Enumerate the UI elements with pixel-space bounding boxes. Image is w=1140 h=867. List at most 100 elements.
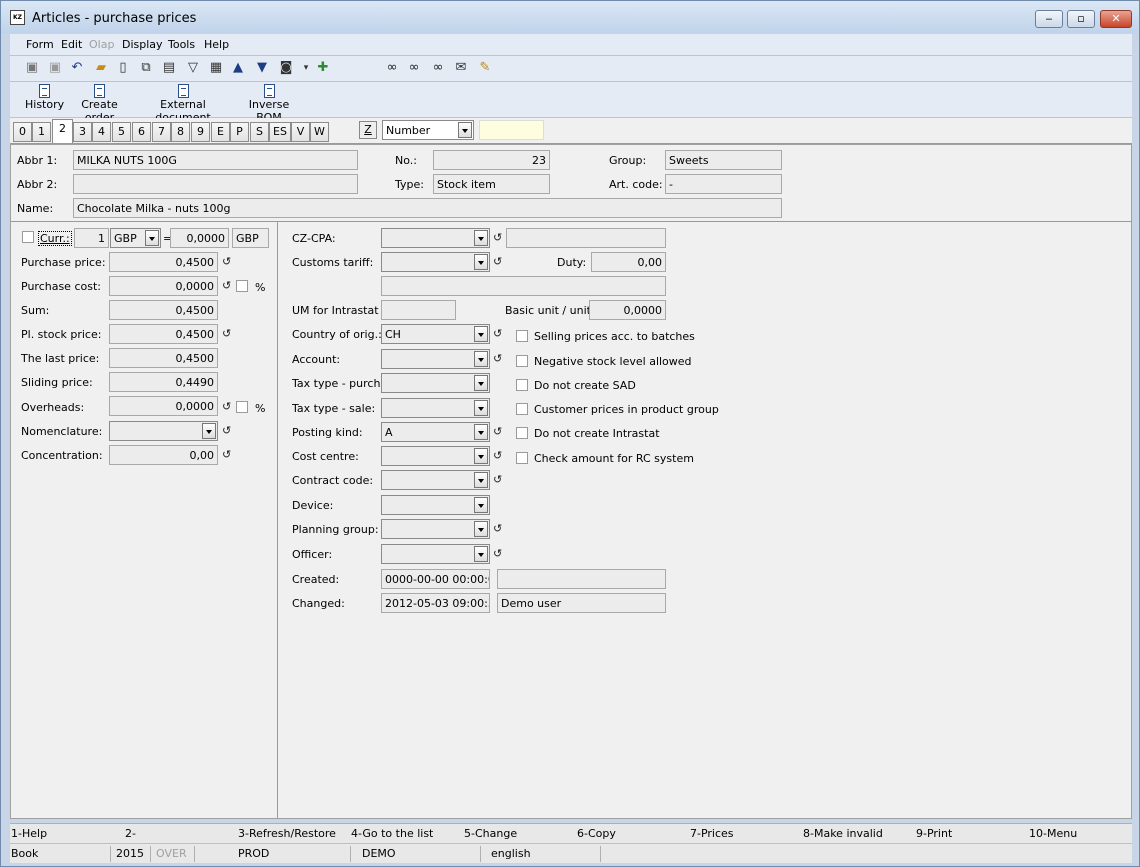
purchase-price-field[interactable]: 0,4500 — [109, 252, 218, 272]
history-icon[interactable]: ↺ — [493, 522, 502, 535]
abbr2-field[interactable] — [73, 174, 358, 194]
tab-7[interactable]: 7 — [152, 122, 171, 142]
find-all-icon[interactable]: ∞ — [429, 60, 447, 76]
device-select[interactable] — [381, 495, 490, 515]
sum-field[interactable]: 0,4500 — [109, 300, 218, 320]
copy-icon[interactable]: ⧉ — [137, 60, 155, 76]
z-button[interactable]: Z — [359, 121, 377, 139]
history-icon[interactable]: ↺ — [493, 425, 502, 438]
curr-qty-field[interactable]: 1 — [74, 228, 109, 248]
history-icon[interactable]: ↺ — [493, 473, 502, 486]
fkey-10[interactable]: 10-Menu — [1029, 827, 1077, 840]
officer-select[interactable] — [381, 544, 490, 564]
undo-icon[interactable]: ↶ — [68, 60, 86, 76]
tab-0[interactable]: 0 — [13, 122, 32, 142]
find-next-icon[interactable]: ∞ — [405, 60, 423, 76]
menu-tools[interactable]: Tools — [168, 38, 195, 51]
tab-s[interactable]: S — [250, 122, 269, 142]
tax-purch-select[interactable] — [381, 373, 490, 393]
minimize-button[interactable]: ‒ — [1035, 10, 1063, 28]
tab-v[interactable]: V — [291, 122, 310, 142]
fkey-8[interactable]: 8-Make invalid — [803, 827, 883, 840]
mail-icon[interactable]: ✉ — [452, 60, 470, 76]
tab-p[interactable]: P — [230, 122, 249, 142]
menu-help[interactable]: Help — [204, 38, 229, 51]
contract-code-select[interactable] — [381, 470, 490, 490]
name-field[interactable]: Chocolate Milka - nuts 100g — [73, 198, 782, 218]
history-icon[interactable]: ↺ — [222, 327, 231, 340]
history-icon[interactable]: ↺ — [222, 255, 231, 268]
no-field[interactable]: 23 — [433, 150, 550, 170]
fkey-2[interactable]: 2- — [125, 827, 136, 840]
curr-rate-field[interactable]: 0,0000 — [170, 228, 229, 248]
save-icon[interactable]: ▣ — [23, 60, 41, 76]
history-icon[interactable]: ↺ — [222, 279, 231, 292]
curr-code-select[interactable]: GBP — [110, 228, 161, 248]
um-intrastat-field[interactable] — [381, 300, 456, 320]
history-icon[interactable]: ↺ — [493, 231, 502, 244]
planning-group-select[interactable] — [381, 519, 490, 539]
czcpa-select[interactable] — [381, 228, 490, 248]
fkey-5[interactable]: 5-Change — [464, 827, 517, 840]
history-icon[interactable]: ↺ — [493, 327, 502, 340]
tab-w[interactable]: W — [310, 122, 329, 142]
nomenclature-select[interactable] — [109, 421, 218, 441]
tab-3[interactable]: 3 — [73, 122, 92, 142]
tab-6[interactable]: 6 — [132, 122, 151, 142]
artcode-field[interactable]: - — [665, 174, 782, 194]
type-field[interactable]: Stock item — [433, 174, 550, 194]
created-field[interactable]: 0000-00-00 00:00:00 — [381, 569, 490, 589]
changed-by-field[interactable]: Demo user — [497, 593, 666, 613]
arrow-up-icon[interactable]: ▲ — [229, 60, 247, 76]
tab-8[interactable]: 8 — [171, 122, 190, 142]
history-icon[interactable]: ↺ — [222, 424, 231, 437]
binoculars-icon[interactable]: ∞ — [383, 60, 401, 76]
history-icon[interactable]: ↺ — [493, 352, 502, 365]
account-select[interactable] — [381, 349, 490, 369]
notes-icon[interactable]: ✎ — [476, 60, 494, 76]
curr-label[interactable]: Curr.: — [38, 231, 72, 246]
history-icon[interactable]: ↺ — [493, 449, 502, 462]
selling-prices-batches-checkbox[interactable] — [516, 330, 528, 342]
group-field[interactable]: Sweets — [665, 150, 782, 170]
curr-checkbox[interactable] — [22, 231, 34, 243]
purchase-cost-field[interactable]: 0,0000 — [109, 276, 218, 296]
no-sad-checkbox[interactable] — [516, 379, 528, 391]
customer-prices-group-checkbox[interactable] — [516, 403, 528, 415]
overheads-field[interactable]: 0,0000 — [109, 396, 218, 416]
tab-2[interactable]: 2 — [52, 119, 73, 143]
tab-4[interactable]: 4 — [92, 122, 111, 142]
cost-centre-select[interactable] — [381, 446, 490, 466]
duty-field[interactable]: 0,00 — [591, 252, 666, 272]
tab-9[interactable]: 9 — [191, 122, 210, 142]
fkey-9[interactable]: 9-Print — [916, 827, 952, 840]
sort-select[interactable]: Number — [382, 120, 474, 140]
fkey-1[interactable]: 1-Help — [11, 827, 47, 840]
overheads-percent-checkbox[interactable] — [236, 401, 248, 413]
posting-kind-select[interactable]: A — [381, 422, 490, 442]
chevron-down-icon[interactable]: ▾ — [297, 60, 315, 76]
customs-description-field[interactable] — [381, 276, 666, 296]
filter-document-icon[interactable]: ▦ — [207, 60, 225, 76]
abbr1-field[interactable]: MILKA NUTS 100G — [73, 150, 358, 170]
export-icon[interactable]: ✚ — [314, 60, 332, 76]
last-price-field[interactable]: 0,4500 — [109, 348, 218, 368]
new-document-icon[interactable]: ▯ — [114, 60, 132, 76]
arrow-down-icon[interactable]: ▼ — [253, 60, 271, 76]
pl-stock-price-field[interactable]: 0,4500 — [109, 324, 218, 344]
filter-icon[interactable]: ▽ — [184, 60, 202, 76]
menu-form[interactable]: Form — [26, 38, 54, 51]
czcpa-description-field[interactable] — [506, 228, 666, 248]
book-icon[interactable]: ▤ — [160, 60, 178, 76]
curr-base-field[interactable]: GBP — [232, 228, 269, 248]
save-as-icon[interactable]: ▣ — [46, 60, 64, 76]
changed-field[interactable]: 2012-05-03 09:00:39 — [381, 593, 490, 613]
created-by-field[interactable] — [497, 569, 666, 589]
history-icon[interactable]: ↺ — [493, 547, 502, 560]
open-folder-icon[interactable]: ▰ — [92, 60, 110, 76]
menu-display[interactable]: Display — [122, 38, 163, 51]
menu-olap[interactable]: Olap — [89, 38, 114, 51]
history-icon[interactable]: ↺ — [222, 400, 231, 413]
fkey-7[interactable]: 7-Prices — [690, 827, 734, 840]
customs-tariff-select[interactable] — [381, 252, 490, 272]
